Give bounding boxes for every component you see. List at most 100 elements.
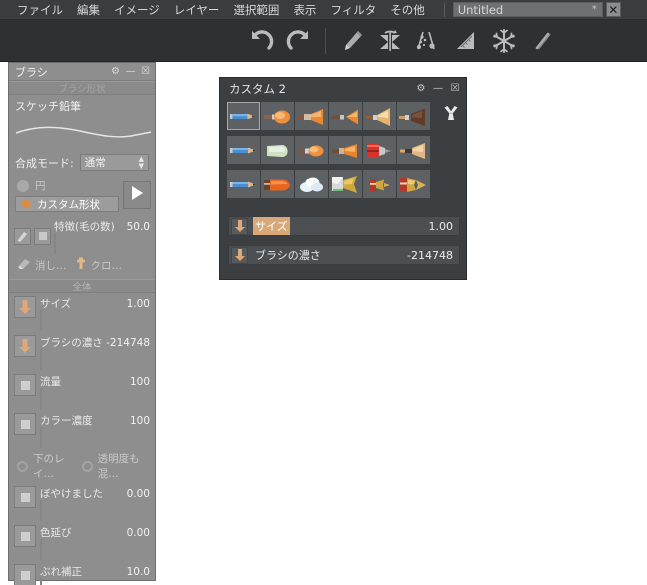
swatch-red-gold-arrow[interactable]	[397, 170, 430, 198]
swatch-cloud[interactable]	[295, 170, 328, 198]
slider-row-size: サイズ 1.00	[9, 293, 155, 332]
dialog-tools-button[interactable]	[442, 106, 460, 124]
ruler-icon	[452, 27, 480, 55]
lower-layer-label[interactable]: 下のレイ…	[33, 451, 77, 481]
swatch-tan-brush[interactable]	[397, 136, 430, 164]
custom-shape-button[interactable]: カスタム形状	[15, 196, 119, 212]
splat-icon	[20, 195, 32, 214]
minimize-icon[interactable]: —	[431, 82, 445, 96]
snowflake-tool-button[interactable]	[486, 23, 522, 59]
swatch-blue-pencil-1[interactable]	[227, 102, 260, 130]
swatch-green-blob[interactable]	[261, 136, 294, 164]
brush-shape-section-header: ブラシ形状	[9, 81, 155, 95]
chevron-updown-icon: ▲ ▼	[138, 154, 144, 170]
swatch-small-brush-1[interactable]	[295, 136, 328, 164]
radio-icon[interactable]	[17, 460, 28, 472]
modified-marker: *	[591, 4, 597, 15]
size-slider[interactable]: サイズ 1.00	[40, 296, 150, 331]
brush-density-track[interactable]	[40, 349, 42, 370]
bristle-icon[interactable]	[14, 227, 31, 245]
preview-play-button[interactable]	[123, 180, 151, 209]
feature-label: 特徴(毛の数)	[54, 221, 115, 233]
brush-panel-titlebar[interactable]: ブラシ ⚙ — ☒	[9, 63, 155, 81]
gear-icon[interactable]: ⚙	[109, 65, 122, 78]
mix-opacity-label[interactable]: 透明度も混…	[98, 451, 150, 481]
swatch-blue-pencil-2[interactable]	[227, 136, 260, 164]
swatch-red-gold-small[interactable]	[363, 170, 396, 198]
dialog-titlebar[interactable]: カスタム 2 ⚙ — ☒	[220, 78, 466, 99]
eraser-icon[interactable]	[17, 258, 31, 273]
down-arrow-icon[interactable]	[231, 246, 248, 264]
clone-icon[interactable]	[75, 257, 87, 273]
size-track[interactable]	[40, 310, 42, 331]
color-stretch-slider[interactable]: 色延び 0.00	[40, 525, 150, 560]
down-arrow-icon[interactable]	[14, 296, 36, 318]
round-shape-label: 円	[35, 180, 46, 192]
minimize-icon[interactable]: —	[124, 65, 137, 78]
brush-tool-button[interactable]	[334, 23, 370, 59]
symmetry-tool-button[interactable]	[410, 23, 446, 59]
down-arrow-icon[interactable]	[14, 335, 36, 357]
swatch-small-brush-2[interactable]	[329, 136, 362, 164]
overall-section-header: 全体	[9, 279, 155, 293]
swatch-flat-brush-1[interactable]	[363, 102, 396, 130]
square-icon[interactable]	[14, 413, 36, 435]
stabilizer-track[interactable]	[40, 578, 42, 585]
menu-view[interactable]: 表示	[286, 0, 323, 20]
gear-icon[interactable]: ⚙	[414, 82, 428, 96]
ruler-tool-button[interactable]	[448, 23, 484, 59]
blur-label: ぼやけました	[40, 488, 103, 500]
dialog-title: カスタム 2	[229, 81, 286, 96]
menu-edit[interactable]: 編集	[70, 0, 107, 20]
menu-file[interactable]: ファイル	[10, 0, 70, 20]
square-icon[interactable]	[14, 486, 36, 508]
feature-square-icon[interactable]	[34, 227, 51, 245]
round-shape-option[interactable]: 円	[15, 177, 119, 196]
swatch-red-marker[interactable]	[363, 136, 396, 164]
menu-image[interactable]: イメージ	[107, 0, 167, 20]
menu-layer[interactable]: レイヤー	[167, 0, 227, 20]
swatch-blue-pencil-3[interactable]	[227, 170, 260, 198]
mirror-tool-button[interactable]	[372, 23, 408, 59]
swatch-round-brush-1[interactable]	[261, 102, 294, 130]
flow-track[interactable]	[40, 388, 42, 409]
menu-other[interactable]: その他	[383, 0, 432, 20]
close-icon[interactable]: ☒	[139, 65, 152, 78]
color-density-track[interactable]	[40, 427, 42, 448]
feature-slider[interactable]: 特徴(毛の数) 50.0	[54, 219, 150, 254]
menu-filter[interactable]: フィルタ	[323, 0, 383, 20]
close-document-button[interactable]: ✕	[605, 2, 621, 17]
blend-mode-select[interactable]: 通常 ▲ ▼	[79, 154, 149, 171]
blur-track[interactable]	[40, 500, 42, 521]
swatch-orange-bullet[interactable]	[261, 170, 294, 198]
document-title-field[interactable]: Untitled *	[452, 2, 603, 17]
square-icon[interactable]	[14, 525, 36, 547]
line-tool-button[interactable]	[524, 23, 560, 59]
dialog-brush-density-slider[interactable]: ブラシの濃さ -214748	[228, 245, 460, 265]
swatch-dark-brush-1[interactable]	[397, 102, 430, 130]
swatch-gold-shape[interactable]	[329, 170, 362, 198]
color-density-slider[interactable]: カラー濃度 100	[40, 413, 150, 448]
swatch-fan-brush-1[interactable]	[295, 102, 328, 130]
dialog-size-slider[interactable]: サイズ 1.00	[228, 216, 460, 236]
color-stretch-track[interactable]	[40, 539, 42, 560]
brush-density-slider[interactable]: ブラシの濃さ -214748	[40, 335, 150, 370]
close-icon[interactable]: ☒	[448, 82, 462, 96]
clone-label[interactable]: クロ…	[91, 258, 123, 273]
redo-button[interactable]	[281, 23, 317, 59]
swatch-cone-brush-1[interactable]	[329, 102, 362, 130]
eraser-label[interactable]: 消し…	[35, 258, 67, 273]
blur-slider[interactable]: ぼやけました 0.00	[40, 486, 150, 521]
feature-track[interactable]	[54, 233, 56, 254]
square-icon[interactable]	[14, 374, 36, 396]
slider-row-color-stretch: 色延び 0.00	[9, 522, 155, 561]
stabilizer-slider[interactable]: ぶれ補正 10.0	[40, 564, 150, 585]
radio-icon[interactable]	[81, 460, 93, 472]
flow-slider[interactable]: 流量 100	[40, 374, 150, 409]
undo-button[interactable]	[243, 23, 279, 59]
application-window: ファイル 編集 イメージ レイヤー 選択範囲 表示 フィルタ その他 Untit…	[0, 0, 647, 585]
menu-select[interactable]: 選択範囲	[226, 0, 286, 20]
square-icon[interactable]	[14, 564, 36, 585]
down-arrow-icon[interactable]	[231, 217, 248, 235]
feature-slider-row: 特徴(毛の数) 50.0	[9, 216, 155, 254]
